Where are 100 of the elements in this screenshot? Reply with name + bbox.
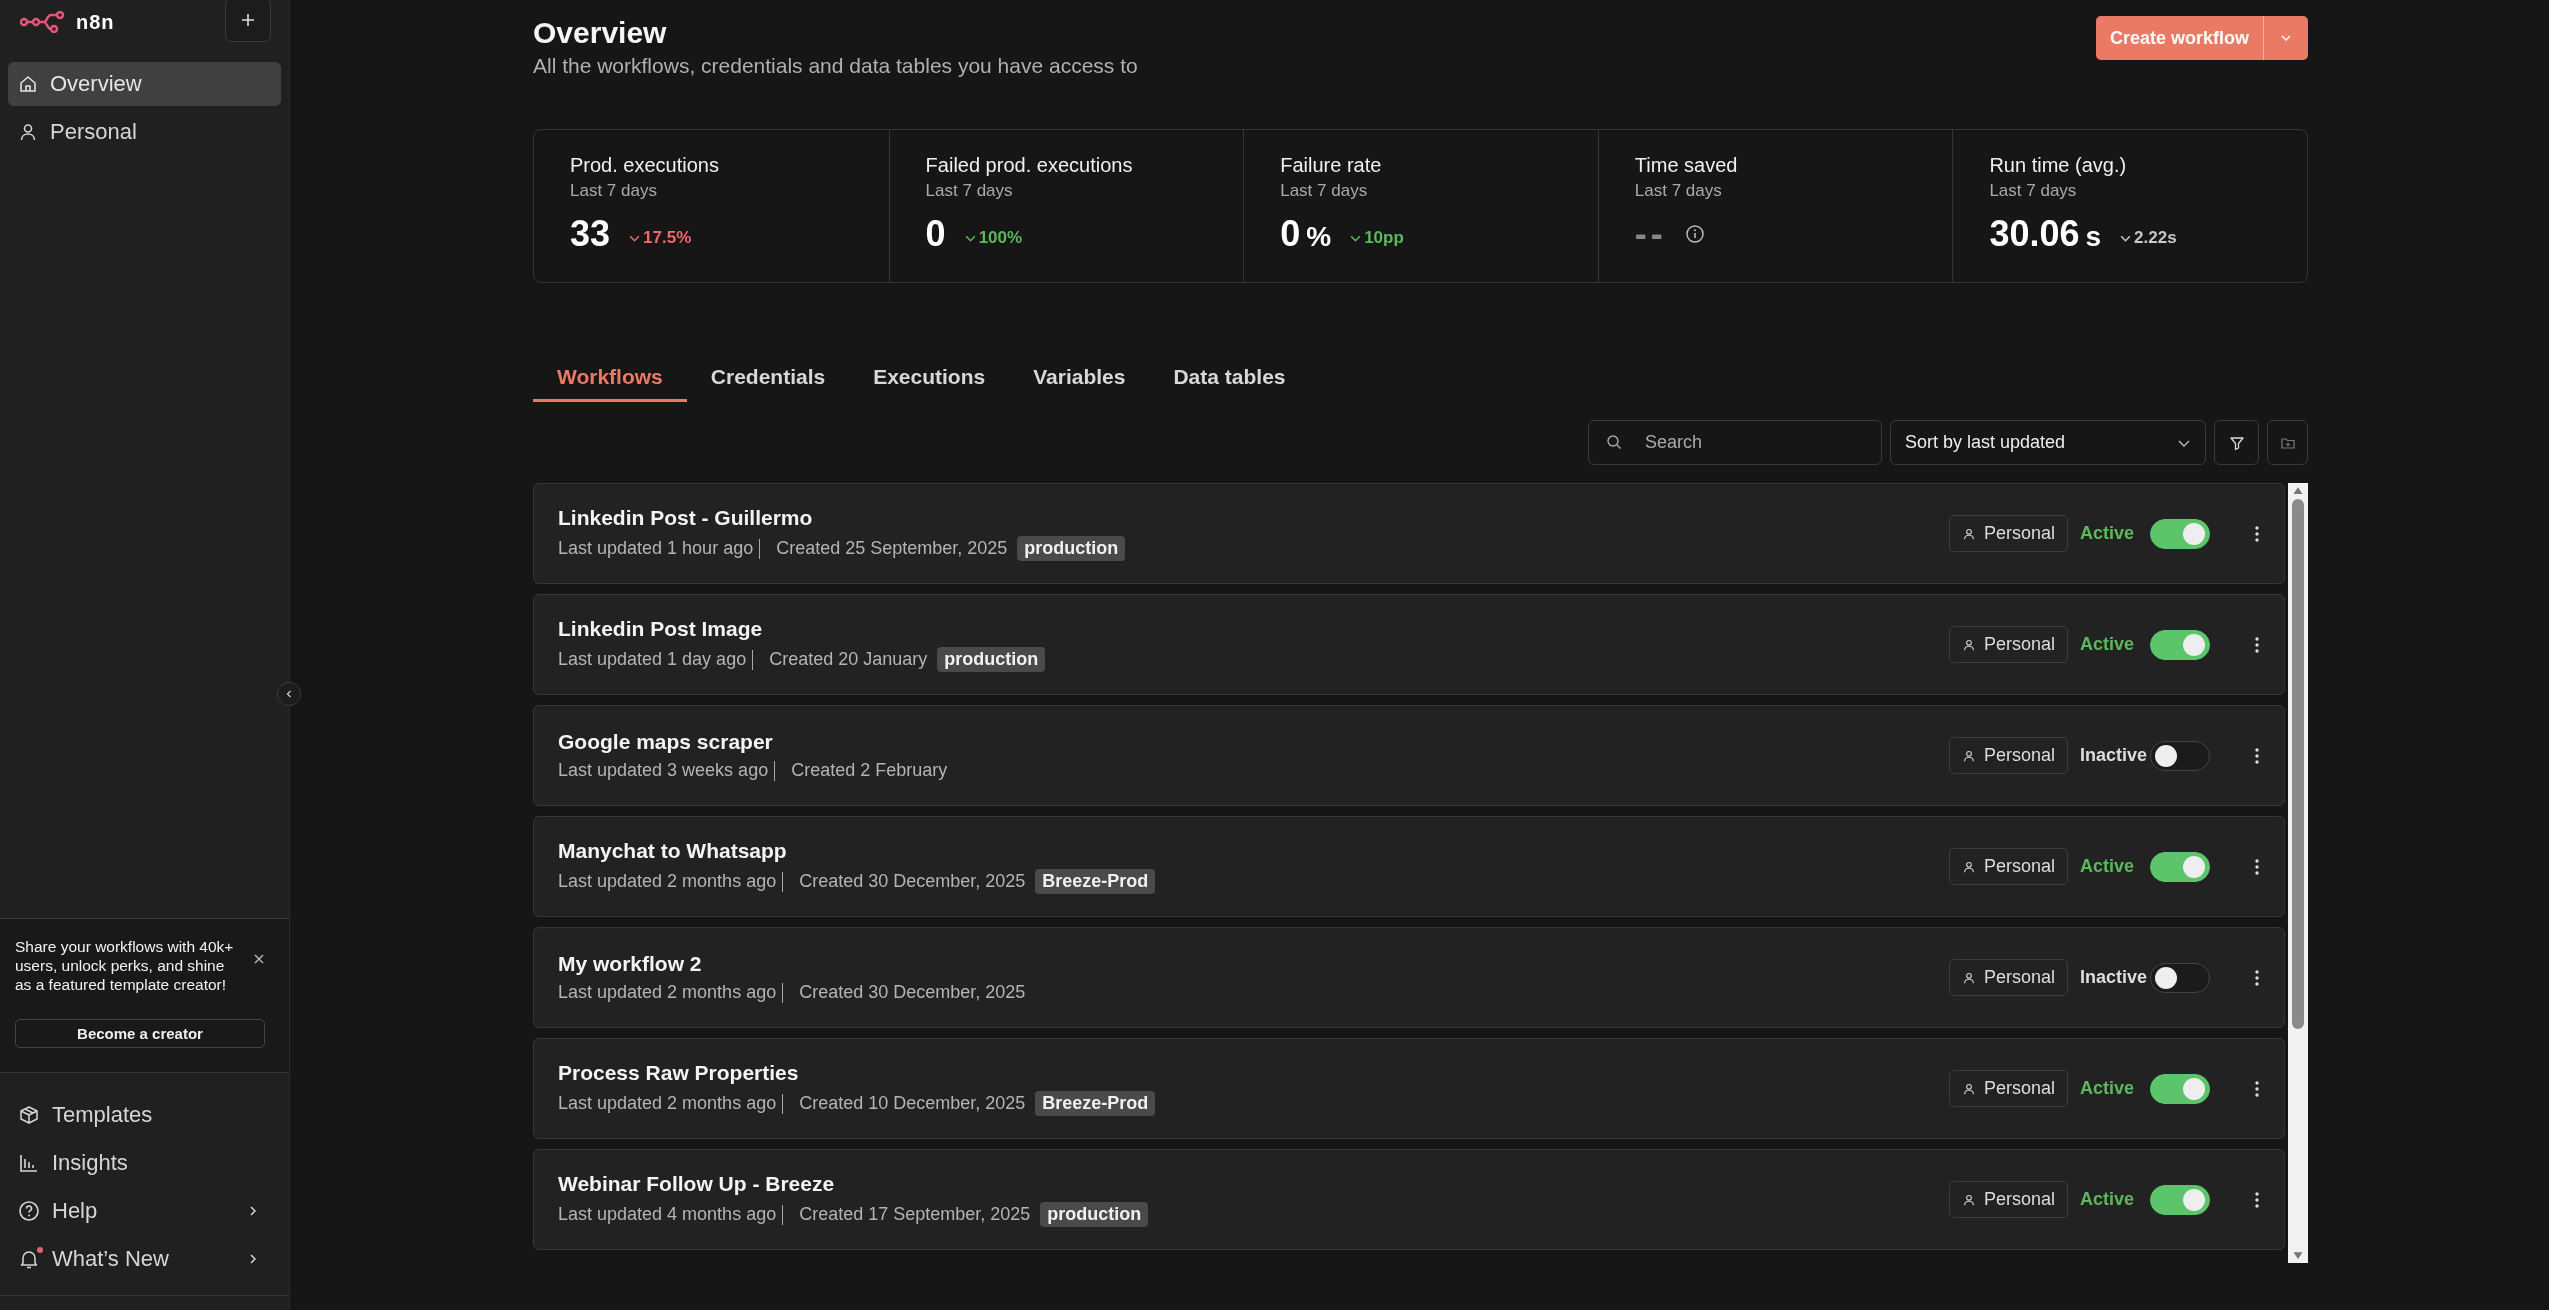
created-text: Created 30 December, 2025 (799, 871, 1026, 892)
created-text: Created 30 December, 2025 (799, 982, 1026, 1003)
active-toggle[interactable] (2150, 1073, 2210, 1104)
logo-icon (20, 11, 66, 33)
stat-period: Last 7 days (925, 181, 1014, 201)
workflow-card[interactable]: Linkedin Post - Guillermo Last updated 1 hour ago Created 25 September, 2025 production Personal Active (533, 483, 2285, 584)
created-text: Created 20 January (769, 649, 928, 670)
workflow-tag[interactable]: production (937, 647, 1046, 672)
chevron-left-icon (284, 689, 294, 699)
stat-period: Last 7 days (1280, 181, 1369, 201)
sort-select[interactable]: Sort by last updated (1890, 420, 2206, 465)
owner-badge: Personal (1948, 737, 2068, 774)
tab[interactable]: Executions (849, 365, 1010, 402)
tab[interactable]: Credentials (686, 365, 850, 402)
workflow-card[interactable]: Manychat to Whatsapp Last updated 2 months ago Created 30 December, 2025 Breeze-Prod Personal Active (533, 816, 2285, 917)
owner-badge: Personal (1948, 848, 2068, 885)
stat-value: 0 % (1280, 213, 1332, 255)
active-toggle[interactable] (2150, 851, 2210, 882)
active-toggle[interactable] (2150, 518, 2210, 549)
chevron-right-icon (247, 1253, 259, 1265)
stat-title: Failed prod. executions (925, 154, 1134, 177)
user-icon (1961, 748, 1976, 763)
status-label: Inactive (2080, 967, 2149, 988)
status-label: Active (2080, 634, 2136, 655)
stat-delta: 10pp (1349, 228, 1404, 248)
workflow-name: Manychat to Whatsapp (558, 839, 788, 863)
nav-item[interactable]: What’s New (8, 1237, 281, 1281)
stat-delta: 100% (963, 228, 1023, 248)
more-icon[interactable] (2254, 634, 2260, 655)
close-icon[interactable] (253, 953, 265, 965)
promo-text: Share your workflows with 40k+ users, unlock perks, and shine as a featured template creator! (15, 937, 235, 994)
active-toggle[interactable] (2150, 1184, 2210, 1215)
workflow-card[interactable]: Linkedin Post Image Last updated 1 day ago Created 20 January production Personal Active (533, 594, 2285, 695)
workflow-card[interactable]: Webinar Follow Up - Breeze Last updated 4 months ago Created 17 September, 2025 production Personal Active (533, 1149, 2285, 1250)
stat-title: Failure rate (1280, 154, 1383, 177)
more-icon[interactable] (2254, 1189, 2260, 1210)
status-label: Active (2080, 1078, 2136, 1099)
chevron-right-icon (247, 1205, 259, 1217)
tab[interactable]: Data tables (1149, 365, 1310, 402)
user-icon (1961, 637, 1976, 652)
stat-period: Last 7 days (570, 181, 658, 201)
nav-item[interactable]: Insights (8, 1141, 281, 1185)
stat-delta: 17.5% (628, 228, 692, 248)
workflow-tag[interactable]: Breeze-Prod (1035, 869, 1156, 894)
add-button[interactable] (225, 0, 271, 42)
workflow-name: Webinar Follow Up - Breeze (558, 1172, 836, 1196)
nav-item[interactable]: Personal (8, 110, 281, 154)
nav-item[interactable]: Overview (8, 62, 281, 106)
active-toggle[interactable] (2150, 962, 2210, 993)
home-icon (18, 74, 38, 94)
owner-badge: Personal (1948, 1070, 2068, 1107)
tab[interactable]: Workflows (533, 365, 687, 402)
more-icon[interactable] (2254, 967, 2260, 988)
scrollbar[interactable] (2288, 483, 2308, 1263)
arrow-down-icon[interactable] (2292, 1251, 2304, 1260)
stat-period: Last 7 days (1634, 181, 1723, 201)
workflow-card[interactable]: Google maps scraper Last updated 3 weeks ago Created 2 February Personal Inactive (533, 705, 2285, 806)
created-text: Created 2 February (791, 760, 948, 781)
stat-value: 0 (925, 213, 946, 255)
user-icon (1961, 1081, 1976, 1096)
workflow-card[interactable]: My workflow 2 Last updated 2 months ago Created 30 December, 2025 Personal Inactive (533, 927, 2285, 1028)
search-field[interactable]: Search (1588, 420, 1882, 465)
user-icon (18, 122, 38, 142)
workflow-name: Google maps scraper (558, 730, 774, 754)
stat-period: Last 7 days (1989, 181, 2078, 201)
nav-item[interactable]: Templates (8, 1093, 281, 1137)
more-icon[interactable] (2254, 745, 2260, 766)
created-text: Created 25 September, 2025 (776, 538, 1008, 559)
workflow-card[interactable]: Process Raw Properties Last updated 2 months ago Created 10 December, 2025 Breeze-Prod Personal Active (533, 1038, 2285, 1139)
active-toggle[interactable] (2150, 740, 2210, 771)
workflow-name: Linkedin Post - Guillermo (558, 506, 814, 530)
become-creator-button[interactable]: Become a creator (15, 1019, 265, 1048)
active-toggle[interactable] (2150, 629, 2210, 660)
owner-badge: Personal (1948, 515, 2068, 552)
workflow-tag[interactable]: production (1040, 1202, 1149, 1227)
notification-dot (37, 1247, 43, 1253)
owner-badge: Personal (1948, 626, 2068, 663)
more-icon[interactable] (2254, 523, 2260, 544)
nav-item[interactable]: Help (8, 1189, 281, 1233)
updated-text: Last updated 2 months ago (558, 1093, 777, 1114)
more-icon[interactable] (2254, 856, 2260, 877)
workflow-tag[interactable]: Breeze-Prod (1035, 1091, 1156, 1116)
status-label: Active (2080, 523, 2136, 544)
workflow-name: Process Raw Properties (558, 1061, 800, 1085)
info-icon[interactable] (1684, 224, 1705, 244)
tab[interactable]: Variables (1009, 365, 1150, 402)
caret-icon (2280, 32, 2292, 44)
filter-button[interactable] (2214, 420, 2259, 465)
page-subtitle: All the workflows, credentials and data tables you have access to (533, 54, 1138, 78)
workflow-tag[interactable]: production (1017, 536, 1126, 561)
workflow-name: My workflow 2 (558, 952, 703, 976)
updated-text: Last updated 3 weeks ago (558, 760, 769, 781)
more-icon[interactable] (2254, 1078, 2260, 1099)
updated-text: Last updated 1 hour ago (558, 538, 754, 559)
user-icon (1961, 1192, 1976, 1207)
stat-delta: 2.22s (2119, 228, 2177, 248)
collapse-button[interactable] (277, 682, 301, 706)
stat-title: Time saved (1634, 154, 1739, 177)
owner-badge: Personal (1948, 959, 2068, 996)
arrow-up-icon[interactable] (2292, 486, 2304, 495)
